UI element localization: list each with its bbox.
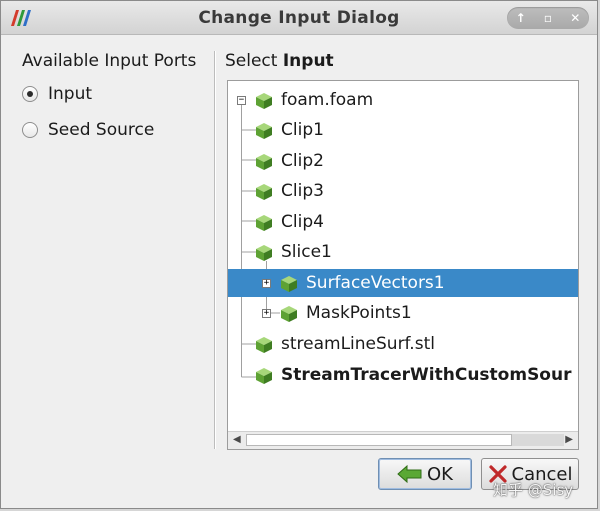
maximize-icon[interactable]: ▫ [539, 9, 557, 27]
port-label-seed-source: Seed Source [48, 120, 155, 140]
tree-item-label: streamLineSurf.stl [281, 334, 435, 354]
select-heading-prefix: Select [225, 51, 283, 71]
shade-up-icon[interactable]: ↑ [512, 9, 530, 27]
filter-cube-icon [256, 184, 272, 200]
tree-item-clip3[interactable]: Clip3 [228, 177, 578, 205]
filter-cube-icon [256, 154, 272, 170]
filter-cube-icon [256, 368, 272, 384]
collapse-icon[interactable]: − [237, 96, 246, 105]
source-cube-icon [256, 93, 272, 109]
tree-item-streamlinesurf[interactable]: streamLineSurf.stl [228, 330, 578, 358]
tree-item-slice1[interactable]: Slice1 [228, 238, 578, 266]
tree-item-label: MaskPoints1 [306, 303, 412, 323]
radio-input[interactable] [22, 86, 38, 102]
change-input-dialog: Change Input Dialog ↑ ▫ ✕ Available Inpu… [0, 0, 598, 509]
expand-icon[interactable]: + [262, 309, 271, 318]
filter-cube-icon [256, 215, 272, 231]
select-input-heading: Select Input [225, 51, 334, 71]
close-icon[interactable]: ✕ [566, 9, 584, 27]
ok-arrow-icon [397, 464, 422, 484]
filter-cube-icon [256, 245, 272, 261]
tree-item-maskpoints1[interactable]: + MaskPoints1 [228, 299, 578, 327]
tree-item-label: SurfaceVectors1 [306, 273, 445, 293]
tree-item-label: Slice1 [281, 242, 332, 262]
filter-cube-icon [281, 276, 297, 292]
source-cube-icon [256, 337, 272, 353]
scrollbar-track[interactable] [512, 434, 564, 446]
ok-button[interactable]: OK [378, 458, 472, 490]
available-ports-heading: Available Input Ports [22, 51, 197, 71]
port-label-input: Input [48, 84, 93, 104]
horizontal-scrollbar[interactable]: ◀ ▶ [228, 431, 578, 449]
select-heading-bold: Input [282, 51, 334, 71]
tree-item-clip4[interactable]: Clip4 [228, 208, 578, 236]
pane-splitter[interactable] [214, 51, 216, 449]
tree-item-label: foam.foam [281, 90, 374, 110]
scroll-left-icon[interactable]: ◀ [233, 434, 241, 445]
tree-item-streamtracer[interactable]: StreamTracerWithCustomSour [228, 361, 578, 389]
ok-label: OK [427, 463, 453, 485]
tree-item-label: Clip2 [281, 151, 324, 171]
tree-item-label: Clip3 [281, 181, 324, 201]
tree-item-surfacevectors1[interactable]: + SurfaceVectors1 [228, 269, 578, 297]
tree-item-clip2[interactable]: Clip2 [228, 147, 578, 175]
radio-seed-source[interactable] [22, 122, 38, 138]
title-bar[interactable]: Change Input Dialog ↑ ▫ ✕ [1, 1, 597, 35]
pipeline-tree[interactable]: − foam.foam Clip1 Clip2 Clip3 Clip4 Slic… [227, 80, 579, 450]
tree-item-label: Clip1 [281, 120, 324, 140]
port-option-input[interactable]: Input [22, 84, 92, 104]
scroll-right-icon[interactable]: ▶ [565, 434, 573, 445]
tree-item-label: StreamTracerWithCustomSour [281, 365, 572, 385]
tree-item-label: Clip4 [281, 212, 324, 232]
filter-cube-icon [281, 306, 297, 322]
window-controls: ↑ ▫ ✕ [507, 7, 589, 29]
tree-item-foam-foam[interactable]: − foam.foam [228, 86, 578, 114]
expand-icon[interactable]: + [262, 279, 271, 288]
tree-item-clip1[interactable]: Clip1 [228, 116, 578, 144]
zhihu-watermark: 知乎 @Sisy [493, 481, 574, 499]
scrollbar-thumb[interactable] [246, 434, 512, 446]
filter-cube-icon [256, 123, 272, 139]
port-option-seed-source[interactable]: Seed Source [22, 120, 154, 140]
